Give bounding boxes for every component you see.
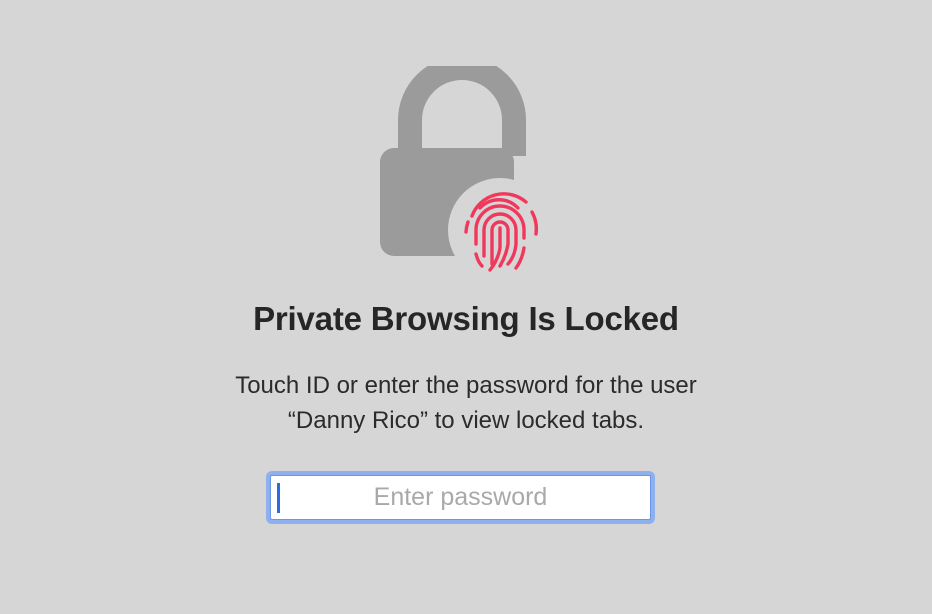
text-cursor — [277, 483, 280, 513]
lock-icon — [376, 66, 548, 278]
lock-message-line-2: “Danny Rico” to view locked tabs. — [287, 407, 645, 434]
lock-message: Touch ID or enter the password for the u… — [0, 368, 932, 438]
password-field[interactable] — [270, 475, 651, 520]
page-title: Private Browsing Is Locked — [253, 300, 679, 337]
private-browsing-lock-screen: Private Browsing Is Locked Touch ID or e… — [0, 0, 932, 614]
lock-message-line-1: Touch ID or enter the password for the u… — [235, 372, 697, 399]
password-field-focus-ring — [266, 471, 655, 524]
